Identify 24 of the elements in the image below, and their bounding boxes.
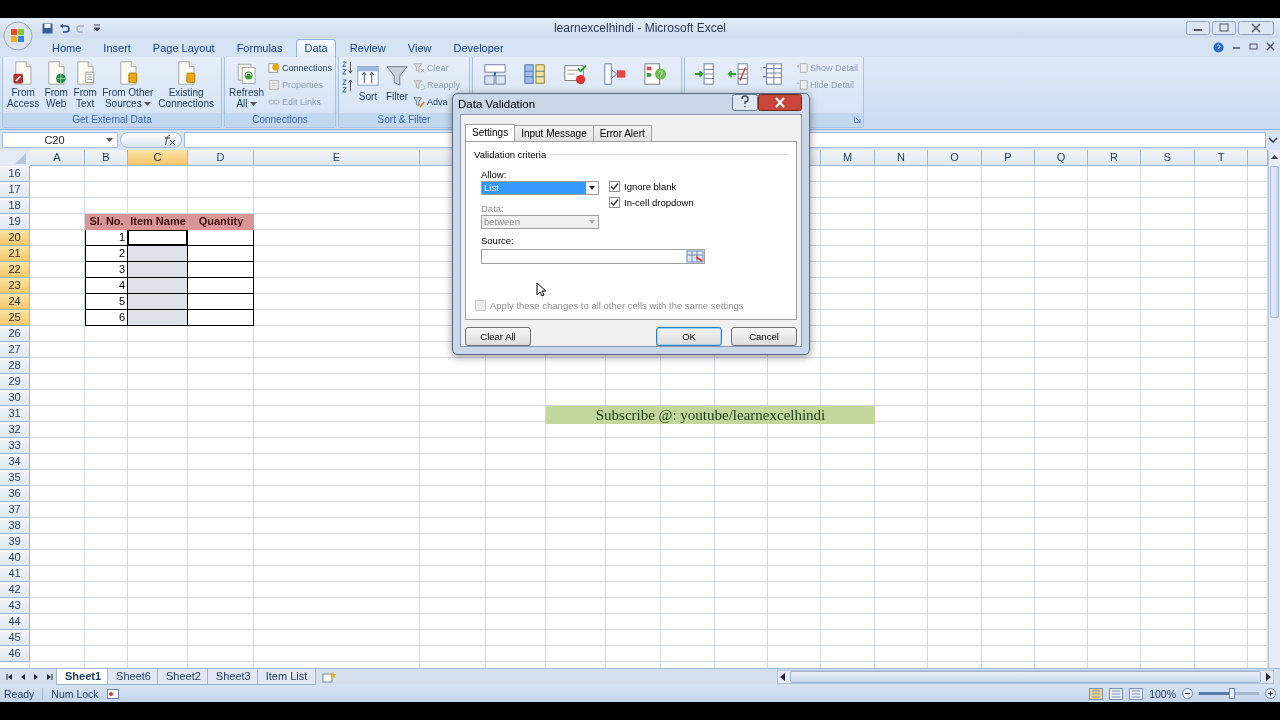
- group-label: Connections: [252, 114, 308, 125]
- status-text: Ready: [4, 687, 35, 700]
- checkbox-label: Ignore blank: [624, 180, 677, 192]
- field-label: Data:: [481, 203, 505, 215]
- subscribe-banner: Subscribe @: youtube/learnexcelhindi: [546, 406, 875, 424]
- table-cell: 4: [85, 278, 128, 294]
- group-label: Validation criteria: [474, 149, 547, 160]
- field-label: Allow:: [481, 169, 508, 181]
- table-cell: 3: [85, 262, 128, 278]
- table-cell: 5: [85, 294, 128, 310]
- column-heading: Sl. No.: [85, 214, 128, 230]
- checkbox-label: Apply these changes to all other cells with the same settings: [490, 300, 744, 311]
- column-heading: Item Name: [128, 214, 188, 230]
- dialog-title: Data Validation: [458, 98, 536, 110]
- group-label: Sort & Filter: [377, 114, 431, 125]
- status-text: Num Lock: [51, 687, 99, 700]
- group-label: Get External Data: [72, 114, 152, 125]
- table-cell: 1: [85, 230, 128, 246]
- column-heading: Quantity: [188, 214, 254, 230]
- field-label: Source:: [481, 235, 515, 247]
- table-cell: 2: [85, 246, 128, 262]
- window-title: learnexcelhindi - Microsoft Excel: [553, 21, 727, 35]
- table-cell: 6: [85, 310, 128, 326]
- checkbox-label: In-cell dropdown: [624, 196, 694, 208]
